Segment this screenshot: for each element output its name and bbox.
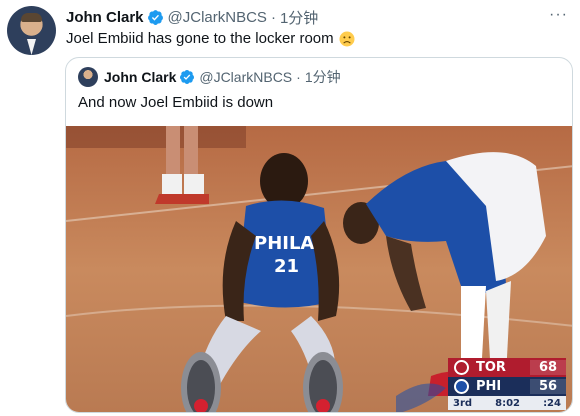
period-label: 3rd [453,397,473,409]
verified-badge-icon [147,9,163,25]
more-options-icon[interactable]: ··· [549,6,568,24]
header-separator: · [270,8,276,26]
scoreboard: TOR 68 PHI 56 3rd 8:02 :24 [448,358,566,410]
team2-score: 56 [530,379,566,394]
verified-badge-icon [180,70,195,84]
jersey-team-text: PHILA [254,233,314,254]
quoted-media-image[interactable]: PHILA 21 TOR 68 PHI 56 3rd 8:02:24 [66,126,572,412]
quoted-author-handle: @JClarkNBCS [199,69,293,85]
shot-clock: :24 [543,397,561,409]
raptors-logo-icon [454,360,469,375]
tweet-text: Joel Embiid has gone to the locker room [66,30,355,47]
tweet-header: John Clark @JClarkNBCS · 1分钟 [66,7,318,27]
score-row-tor: TOR 68 [448,358,566,377]
quoted-tweet[interactable]: John Clark @JClarkNBCS · 1分钟 And now Joe… [65,57,573,413]
team1-score: 68 [530,360,566,375]
quoted-text: And now Joel Embiid is down [78,94,274,111]
author-handle[interactable]: @JClarkNBCS [168,9,267,26]
sad-face-icon [339,31,355,46]
quoted-separator: · [296,69,301,85]
quoted-header: John Clark @JClarkNBCS · 1分钟 [104,67,341,87]
quoted-timestamp: 1分钟 [304,69,341,85]
quoted-author-name: John Clark [104,69,177,85]
jersey-number-text: 21 [274,256,299,277]
tweet-timestamp[interactable]: 1分钟 [280,7,318,28]
author-avatar[interactable] [7,6,56,55]
tweet-text-content: Joel Embiid has gone to the locker room [66,30,334,47]
author-name[interactable]: John Clark [66,9,144,26]
score-row-phi: PHI 56 [448,377,566,396]
tweet[interactable]: John Clark @JClarkNBCS · 1分钟 ··· Joel Em… [0,0,580,416]
game-clock-row: 3rd 8:02 :24 [448,396,566,410]
sixers-logo-icon [454,379,469,394]
avatar-hair [21,13,42,22]
avatar-shirt [27,39,36,55]
game-clock: 8:02 [495,397,520,409]
quoted-author-avatar [78,67,98,87]
